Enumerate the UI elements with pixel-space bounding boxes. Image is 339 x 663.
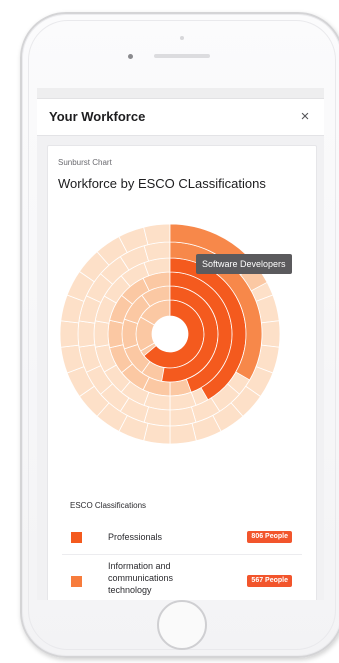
front-sensor xyxy=(180,36,184,40)
legend-item-ict[interactable]: Information and communications technolog… xyxy=(62,555,302,600)
people-count-badge: 806 People xyxy=(247,531,292,543)
close-button[interactable]: × xyxy=(294,106,316,128)
legend-label: Professionals xyxy=(108,532,163,542)
sunburst-chart[interactable] xyxy=(48,146,316,486)
legend-item-professionals[interactable]: Professionals 806 People xyxy=(62,522,302,555)
people-count-badge: 567 People xyxy=(247,575,292,587)
status-area xyxy=(37,88,324,99)
close-icon: × xyxy=(300,108,310,125)
sunburst-segment[interactable] xyxy=(169,422,197,445)
sunburst-segment[interactable] xyxy=(260,320,281,348)
legend-title: ESCO Classifications xyxy=(70,501,147,510)
modal-header: Your Workforce × xyxy=(37,99,324,136)
sunburst-segment[interactable] xyxy=(59,320,80,348)
legend-label: Information and communications technolog… xyxy=(108,561,174,595)
sunburst-center[interactable] xyxy=(152,316,188,352)
sunburst-segment[interactable] xyxy=(77,320,96,348)
sunburst-segment[interactable] xyxy=(143,223,171,246)
earpiece-speaker xyxy=(154,54,210,58)
app-screen: Your Workforce × Sunburst Chart Workforc… xyxy=(37,88,324,600)
chart-tooltip: Software Developers xyxy=(196,254,292,274)
front-camera xyxy=(128,54,133,59)
page-title: Your Workforce xyxy=(49,109,146,124)
chart-card: Sunburst Chart Workforce by ESCO CLassif… xyxy=(47,145,317,600)
legend-swatch xyxy=(71,576,82,587)
home-button[interactable] xyxy=(157,600,207,650)
sunburst-segment[interactable] xyxy=(107,319,124,349)
legend-swatch xyxy=(71,532,82,543)
sunburst-segment[interactable] xyxy=(93,320,110,348)
sunburst-segment[interactable] xyxy=(121,318,139,350)
